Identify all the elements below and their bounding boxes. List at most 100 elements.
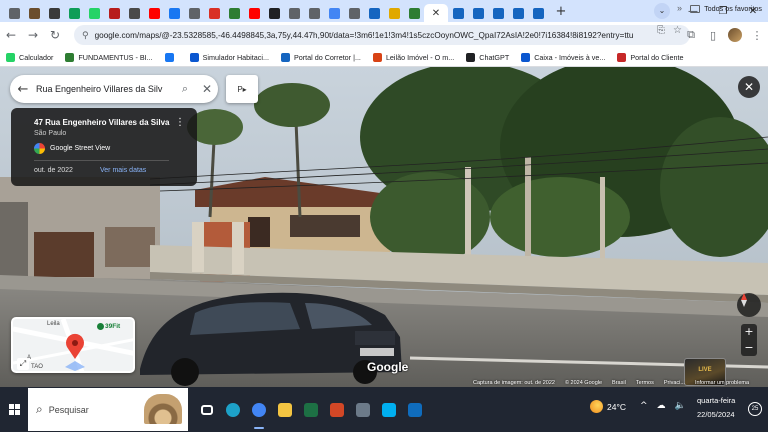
country-link[interactable]: Brasil xyxy=(612,380,626,386)
new-tab-button[interactable]: + xyxy=(552,2,570,20)
notification-badge[interactable]: 25 xyxy=(748,402,762,416)
search-icon: ⌕ xyxy=(36,402,43,416)
bookmark-item[interactable]: Portal do Corretor |... xyxy=(280,52,361,62)
bookmark-item[interactable]: Caixa - Imóveis à ve... xyxy=(521,52,605,62)
install-app-icon[interactable]: ⎘ xyxy=(657,25,665,36)
browser-tab[interactable] xyxy=(84,4,104,22)
zoom-out-button[interactable]: − xyxy=(741,340,757,356)
browser-tab[interactable] xyxy=(104,4,124,22)
chrome-menu-icon[interactable]: ⋮ xyxy=(746,29,768,42)
bookmarks-overflow-button[interactable]: » xyxy=(677,3,682,13)
browser-tab[interactable] xyxy=(344,4,364,22)
browser-tab[interactable] xyxy=(384,4,404,22)
taskbar-app-button[interactable] xyxy=(272,387,298,432)
active-tab[interactable]: ✕ xyxy=(424,4,448,22)
tab-favicon-icon xyxy=(368,7,380,19)
zoom-in-button[interactable]: + xyxy=(741,324,757,340)
bookmark-item[interactable]: ChatGPT xyxy=(466,52,509,62)
close-street-view-button[interactable]: ✕ xyxy=(738,76,760,98)
browser-tab[interactable] xyxy=(24,4,44,22)
browser-tab[interactable] xyxy=(44,4,64,22)
taskbar-app-button[interactable] xyxy=(402,387,428,432)
browser-tab[interactable] xyxy=(4,4,24,22)
bookmark-item[interactable]: Leilão Imóvel - O m... xyxy=(372,52,454,62)
sidepanel-icon[interactable]: ▯ xyxy=(702,29,724,42)
street-view-panorama[interactable]: ← Rua Engenheiro Villares da Silv ⌕ ✕ P▸… xyxy=(0,67,768,387)
tray-overflow-icon[interactable]: ^ xyxy=(640,401,648,411)
url-text[interactable]: google.com/maps/@-23.5328585,-46.4498845… xyxy=(95,31,650,40)
profile-avatar[interactable] xyxy=(728,28,742,42)
browser-tab[interactable] xyxy=(204,4,224,22)
minimap[interactable]: 39Fit Leila A TAO ⤢ xyxy=(11,317,135,373)
photo-sphere-button[interactable]: P▸ xyxy=(226,75,258,103)
bookmarks-bar: Calculador FUNDAMENTUS - BI... Simulador H… xyxy=(0,48,768,67)
poi-label: 39Fit xyxy=(105,323,121,330)
browser-tab[interactable] xyxy=(284,4,304,22)
maps-search-box[interactable]: ← Rua Engenheiro Villares da Silv ⌕ ✕ xyxy=(10,75,218,103)
browser-tab[interactable] xyxy=(404,4,424,22)
browser-tab[interactable] xyxy=(508,4,528,22)
more-options-icon[interactable]: ⋮ xyxy=(175,117,185,128)
bookmark-item[interactable]: Portal do Cliente xyxy=(617,52,683,62)
toolbar-right: ⧉ ▯ ⋮ xyxy=(680,22,768,48)
taskbar-app-button[interactable] xyxy=(376,387,402,432)
capture-date: out. de 2022 xyxy=(34,167,73,174)
taskbar-app-button[interactable] xyxy=(350,387,376,432)
volume-icon[interactable]: 🔈 xyxy=(675,401,686,411)
browser-tab[interactable] xyxy=(64,4,84,22)
see-more-dates-link[interactable]: Ver mais datas xyxy=(100,167,146,174)
taskbar-app-button[interactable] xyxy=(220,387,246,432)
weather-widget[interactable]: 24°C xyxy=(590,400,626,413)
browser-tab[interactable] xyxy=(468,4,488,22)
bookmark-item[interactable]: FUNDAMENTUS - BI... xyxy=(65,52,153,62)
tab-favicon-icon xyxy=(168,7,180,19)
address-bar[interactable]: ⚲ google.com/maps/@-23.5328585,-46.44988… xyxy=(74,25,690,45)
taskbar-app-button[interactable] xyxy=(298,387,324,432)
close-tab-icon[interactable]: ✕ xyxy=(431,8,442,19)
browser-tab[interactable] xyxy=(324,4,344,22)
taskbar-search[interactable]: ⌕ Pesquisar xyxy=(28,388,188,431)
tab-search-button[interactable]: ⌄ xyxy=(654,3,670,19)
extensions-icon[interactable]: ⧉ xyxy=(680,28,702,42)
search-input[interactable]: Rua Engenheiro Villares da Silv xyxy=(36,84,174,94)
back-button[interactable]: ← xyxy=(0,28,22,42)
address-title: 47 Rua Engenheiro Villares da Silva xyxy=(34,118,170,127)
start-button[interactable] xyxy=(0,387,28,432)
expand-map-icon[interactable]: ⤢ xyxy=(17,358,29,370)
site-info-icon[interactable]: ⚲ xyxy=(82,30,89,41)
browser-tab[interactable] xyxy=(244,4,264,22)
back-arrow-icon[interactable]: ← xyxy=(10,82,36,97)
browser-tab[interactable] xyxy=(144,4,164,22)
clock[interactable]: quarta-feira 22/05/2024 xyxy=(697,394,735,422)
browser-tab[interactable] xyxy=(528,4,548,22)
browser-tab[interactable] xyxy=(304,4,324,22)
terms-link[interactable]: Termos xyxy=(636,380,654,386)
bookmark-item[interactable]: Calculador xyxy=(6,52,53,62)
browser-tab[interactable] xyxy=(224,4,244,22)
browser-tab[interactable] xyxy=(364,4,384,22)
all-bookmarks-button[interactable]: Todos os favoritos xyxy=(690,4,762,13)
taskbar-app-button[interactable] xyxy=(194,387,220,432)
bookmark-item[interactable] xyxy=(164,52,178,62)
tab-favicon-icon xyxy=(492,7,504,19)
browser-tab[interactable] xyxy=(124,4,144,22)
forward-button[interactable]: → xyxy=(22,28,44,42)
bookmark-favicon-icon xyxy=(280,52,290,62)
browser-tab[interactable] xyxy=(184,4,204,22)
browser-tab[interactable] xyxy=(164,4,184,22)
taskbar-app-button[interactable] xyxy=(324,387,350,432)
network-icon[interactable]: ☁ xyxy=(657,401,666,411)
browser-tab[interactable] xyxy=(264,4,284,22)
privacy-link[interactable]: Privaci... xyxy=(664,380,685,386)
all-bookmarks-label: Todos os favoritos xyxy=(704,4,762,13)
clear-search-icon[interactable]: ✕ xyxy=(196,82,218,96)
tab-favicon-icon xyxy=(48,7,60,19)
search-icon[interactable]: ⌕ xyxy=(174,82,196,96)
bookmark-item[interactable]: Simulador Habitaci... xyxy=(189,52,269,62)
taskbar-app-button[interactable] xyxy=(246,387,272,432)
browser-tab[interactable] xyxy=(488,4,508,22)
reload-button[interactable]: ↻ xyxy=(44,28,66,42)
browser-tab[interactable] xyxy=(448,4,468,22)
compass-button[interactable] xyxy=(737,293,761,317)
report-problem-link[interactable]: Informar um problema xyxy=(695,380,749,386)
